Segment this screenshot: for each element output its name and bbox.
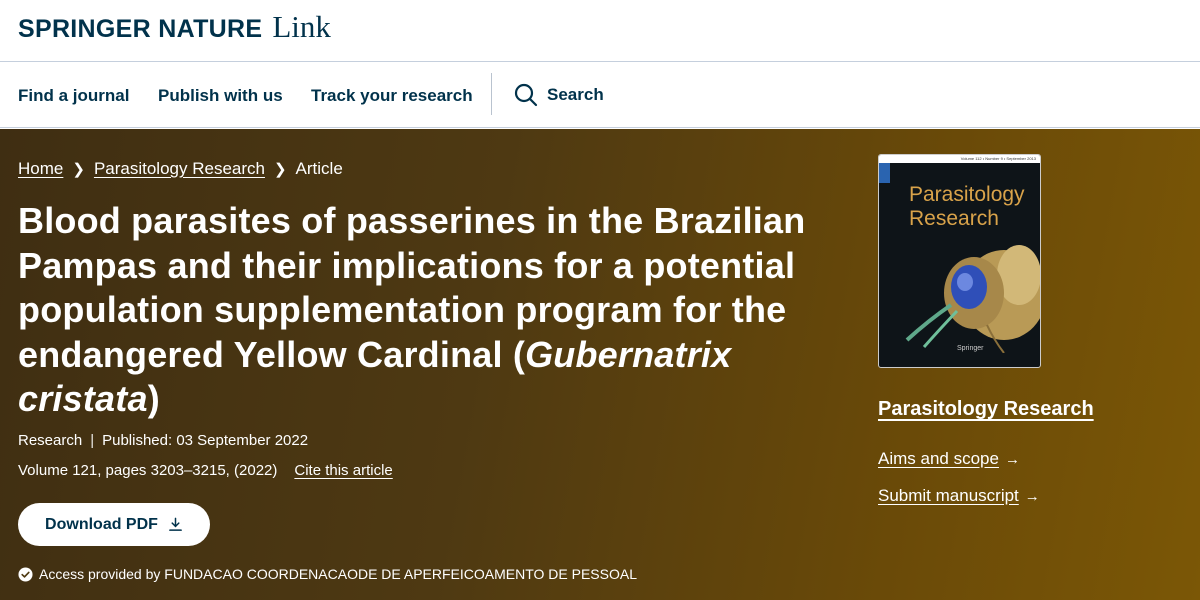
- submit-manuscript-link[interactable]: Submit manuscript →: [878, 486, 1040, 506]
- cover-accent: [879, 163, 890, 183]
- article-citation: Volume 121, pages 3203–3215, (2022) Cite…: [18, 462, 393, 479]
- logo-brand: SPRINGER NATURE: [18, 15, 263, 43]
- breadcrumb-current: Article: [295, 159, 343, 178]
- journal-name-link[interactable]: Parasitology Research: [878, 398, 1094, 421]
- access-text: Access provided by FUNDACAO COORDENACAOD…: [39, 566, 638, 582]
- breadcrumb-home[interactable]: Home: [18, 159, 63, 179]
- springer-nature-link-logo[interactable]: SPRINGER NATURE Link: [18, 9, 331, 45]
- breadcrumb: Home ❯ Parasitology Research ❯ Article: [18, 159, 343, 179]
- check-circle-icon: [18, 566, 33, 582]
- chevron-right-icon: ❯: [273, 161, 287, 178]
- article-title: Blood parasites of passerines in the Bra…: [18, 199, 818, 422]
- cite-link[interactable]: Cite this article: [294, 462, 392, 479]
- download-label: Download PDF: [45, 515, 158, 533]
- search-button[interactable]: Search: [514, 83, 604, 107]
- nav-track-research[interactable]: Track your research: [311, 86, 473, 106]
- main-nav: Find a journal Publish with us Track you…: [0, 62, 1200, 128]
- brand-bar: SPRINGER NATURE Link: [0, 0, 1200, 62]
- download-pdf-button[interactable]: Download PDF: [18, 503, 210, 546]
- access-info: Access provided by FUNDACAO COORDENACAOD…: [18, 566, 637, 582]
- article-type: Research: [18, 432, 83, 449]
- cover-title: Parasitology Research: [909, 183, 1025, 230]
- cover-insect-image: [905, 245, 1040, 353]
- article-hero: Home ❯ Parasitology Research ❯ Article B…: [0, 129, 1200, 600]
- aims-scope-link[interactable]: Aims and scope →: [878, 449, 1020, 469]
- arrow-right-icon: →: [1004, 450, 1020, 468]
- cover-strip-text: Volume 112 • Number 9 • September 2013: [960, 156, 1036, 161]
- meta-separator: |: [90, 432, 95, 449]
- search-icon: [514, 83, 538, 107]
- volume-info: Volume 121, pages 3203–3215, (2022): [18, 462, 278, 479]
- download-icon: [169, 517, 182, 531]
- breadcrumb-journal[interactable]: Parasitology Research: [94, 159, 265, 179]
- journal-cover[interactable]: Volume 112 • Number 9 • September 2013 P…: [878, 154, 1041, 368]
- logo-product: Link: [272, 9, 331, 44]
- submit-manuscript-label: Submit manuscript: [878, 486, 1019, 505]
- arrow-right-icon: →: [1024, 487, 1040, 505]
- nav-divider: [491, 73, 492, 115]
- search-label: Search: [547, 85, 604, 104]
- aims-scope-label: Aims and scope: [878, 449, 999, 468]
- nav-publish-with-us[interactable]: Publish with us: [158, 86, 283, 106]
- publish-date: Published: 03 September 2022: [102, 432, 309, 449]
- cover-strip: Volume 112 • Number 9 • September 2013: [879, 155, 1040, 163]
- cover-publisher: Springer: [957, 345, 984, 352]
- nav-find-journal[interactable]: Find a journal: [18, 86, 129, 106]
- article-meta: Research | Published: 03 September 2022: [18, 432, 308, 449]
- chevron-right-icon: ❯: [72, 161, 85, 178]
- article-title-close: ): [147, 378, 160, 419]
